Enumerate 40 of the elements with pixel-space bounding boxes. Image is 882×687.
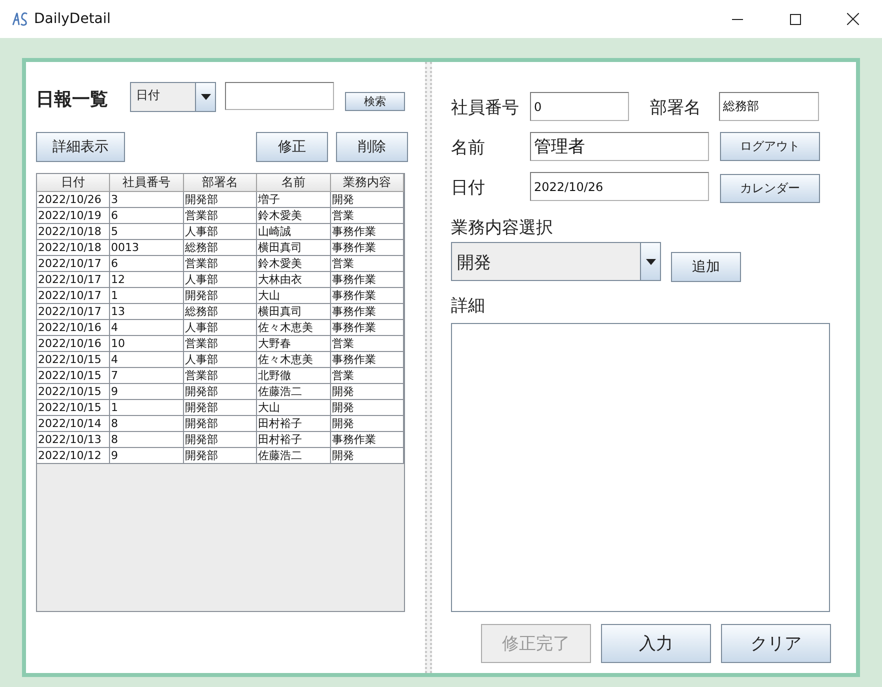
action-button[interactable]: 削除 <box>336 132 408 162</box>
column-header[interactable]: 社員番号 <box>110 174 184 192</box>
field-label: 社員番号 <box>451 97 520 119</box>
task-label: 業務内容選択 <box>451 217 553 239</box>
search-field[interactable] <box>225 82 334 110</box>
dropdown-caret-icon <box>200 94 210 100</box>
table-cell: 開発部 <box>184 448 257 464</box>
employee-number-field[interactable]: 0 <box>530 92 629 121</box>
search-button[interactable]: 検索 <box>345 92 405 111</box>
name-field[interactable]: 管理者 <box>530 132 709 161</box>
detail-label: 詳細 <box>451 295 486 317</box>
minimize-icon[interactable] <box>732 18 742 20</box>
table-cell: 佐藤浩二 <box>257 448 331 464</box>
field-label: 部署名 <box>650 97 702 119</box>
action-button[interactable]: 入力 <box>601 624 711 663</box>
task-dropdown[interactable]: 開発 <box>451 242 661 281</box>
column-header[interactable]: 業務内容 <box>331 174 404 192</box>
list-heading: 日報一覧 <box>36 88 109 111</box>
action-button[interactable]: 修正 <box>256 132 328 162</box>
date-field[interactable]: 2022/10/26 <box>530 172 709 201</box>
maximize-icon[interactable] <box>790 14 800 24</box>
column-header[interactable]: 部署名 <box>184 174 257 192</box>
close-icon[interactable] <box>847 13 859 25</box>
logout-button[interactable]: ログアウト <box>720 132 820 161</box>
action-button[interactable]: クリア <box>721 624 831 663</box>
table-cell: 9 <box>110 448 184 464</box>
table-cell: 開発 <box>331 448 404 464</box>
action-button[interactable]: 詳細表示 <box>36 132 125 162</box>
calendar-button[interactable]: カレンダー <box>720 174 820 203</box>
department-field[interactable]: 総務部 <box>719 92 819 121</box>
field-label: 日付 <box>451 177 486 199</box>
dropdown-caret-icon <box>646 258 656 264</box>
search-dropdown[interactable]: 日付 <box>130 82 216 112</box>
table-cell: 2022/10/12 <box>37 448 110 464</box>
column-header[interactable]: 日付 <box>37 174 110 192</box>
app-logo-icon <box>12 12 28 26</box>
add-button[interactable]: 追加 <box>671 252 741 282</box>
field-label: 名前 <box>451 137 486 159</box>
column-header[interactable]: 名前 <box>257 174 331 192</box>
window-title: DailyDetail <box>34 11 112 27</box>
